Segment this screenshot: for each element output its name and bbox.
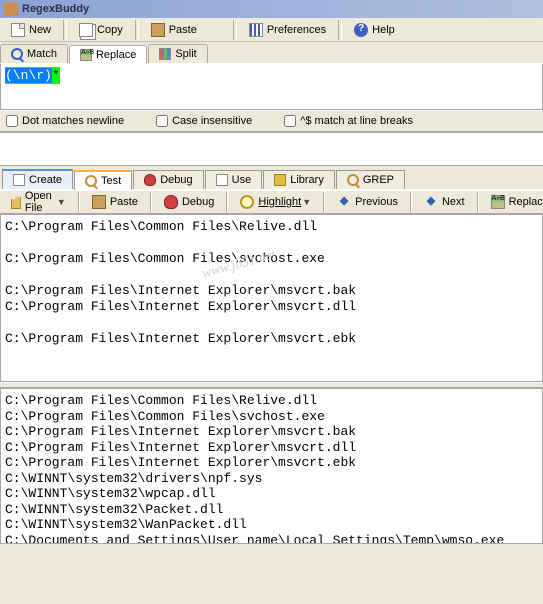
tab-debug[interactable]: Debug: [133, 170, 203, 189]
tab-replace[interactable]: A»BReplace: [69, 45, 147, 64]
tab-create[interactable]: Create: [2, 169, 73, 189]
tab-use[interactable]: Use: [205, 170, 263, 189]
help-button[interactable]: ?Help: [345, 20, 404, 40]
new-icon: [11, 23, 25, 37]
mode-tabs: Match A»BReplace Split: [0, 42, 543, 64]
previous-button[interactable]: ◆Previous: [328, 192, 407, 212]
use-icon: [216, 174, 228, 186]
panel-tabs: Create Test Debug Use Library GREP: [0, 166, 543, 190]
tab-library[interactable]: Library: [263, 170, 335, 189]
paste-icon: [151, 23, 165, 37]
separator: [477, 192, 479, 212]
chevron-down-icon[interactable]: ▼: [57, 197, 66, 207]
separator: [323, 192, 325, 212]
next-button[interactable]: ◆Next: [415, 192, 474, 212]
highlight-button[interactable]: Highlight▼: [231, 192, 320, 212]
opt-caseinsensitive[interactable]: Case insensitive: [156, 115, 252, 127]
next-icon: ◆: [424, 195, 438, 209]
debug-icon: [164, 195, 178, 209]
opt-eol-check[interactable]: [284, 115, 296, 127]
separator: [135, 20, 139, 40]
tab-match[interactable]: Match: [0, 44, 68, 63]
new-button[interactable]: New: [2, 20, 60, 40]
split-icon: [159, 48, 171, 60]
opt-dotnewline[interactable]: Dot matches newline: [6, 115, 124, 127]
grep-icon: [347, 174, 359, 186]
titlebar[interactable]: RegexBuddy: [0, 0, 543, 18]
match-icon: [11, 48, 23, 60]
separator: [78, 192, 80, 212]
separator: [338, 20, 342, 40]
prefs-icon: [249, 23, 263, 37]
test-icon: [85, 175, 97, 187]
options-bar: Dot matches newline Case insensitive ^$ …: [0, 110, 543, 132]
paste-button-2[interactable]: Paste: [83, 192, 147, 212]
opt-dotnewline-check[interactable]: [6, 115, 18, 127]
main-toolbar: New Copy Paste Preferences ?Help: [0, 18, 543, 42]
test-subject-pane[interactable]: C:\Program Files\Common Files\Relive.dll…: [0, 214, 543, 382]
open-icon: [11, 195, 21, 209]
paste-icon: [92, 195, 106, 209]
debug-button[interactable]: Debug: [155, 192, 223, 212]
tab-test[interactable]: Test: [74, 170, 132, 190]
preferences-button[interactable]: Preferences: [240, 20, 335, 40]
create-icon: [13, 174, 25, 186]
replace-input[interactable]: [0, 132, 543, 166]
tab-grep[interactable]: GREP: [336, 170, 405, 189]
test-toolbar: Open File▼ Paste Debug Highlight▼ ◆Previ…: [0, 190, 543, 214]
paste-button[interactable]: Paste: [142, 20, 206, 40]
title-text: RegexBuddy: [22, 3, 89, 15]
copy-icon: [79, 23, 93, 37]
library-icon: [274, 174, 286, 186]
separator: [410, 192, 412, 212]
debug-icon: [144, 174, 156, 186]
help-icon: ?: [354, 23, 368, 37]
replace-icon: A»B: [80, 49, 92, 61]
separator: [226, 192, 228, 212]
tab-split[interactable]: Split: [148, 44, 207, 63]
chevron-down-icon[interactable]: ▼: [302, 197, 311, 207]
separator: [150, 192, 152, 212]
separator: [233, 20, 237, 40]
replace-icon: A»B: [491, 195, 505, 209]
separator: [63, 20, 67, 40]
highlight-icon: [240, 195, 254, 209]
result-pane[interactable]: C:\Program Files\Common Files\Relive.dll…: [0, 388, 543, 544]
copy-button[interactable]: Copy: [70, 20, 132, 40]
regex-input[interactable]: (\n\r)*: [0, 64, 543, 110]
prev-icon: ◆: [337, 195, 351, 209]
opt-linebreaks[interactable]: ^$ match at line breaks: [284, 115, 413, 127]
openfile-button[interactable]: Open File▼: [2, 192, 75, 212]
replace-button[interactable]: A»BReplace: [482, 192, 543, 212]
opt-ci-check[interactable]: [156, 115, 168, 127]
app-icon: [4, 2, 18, 16]
